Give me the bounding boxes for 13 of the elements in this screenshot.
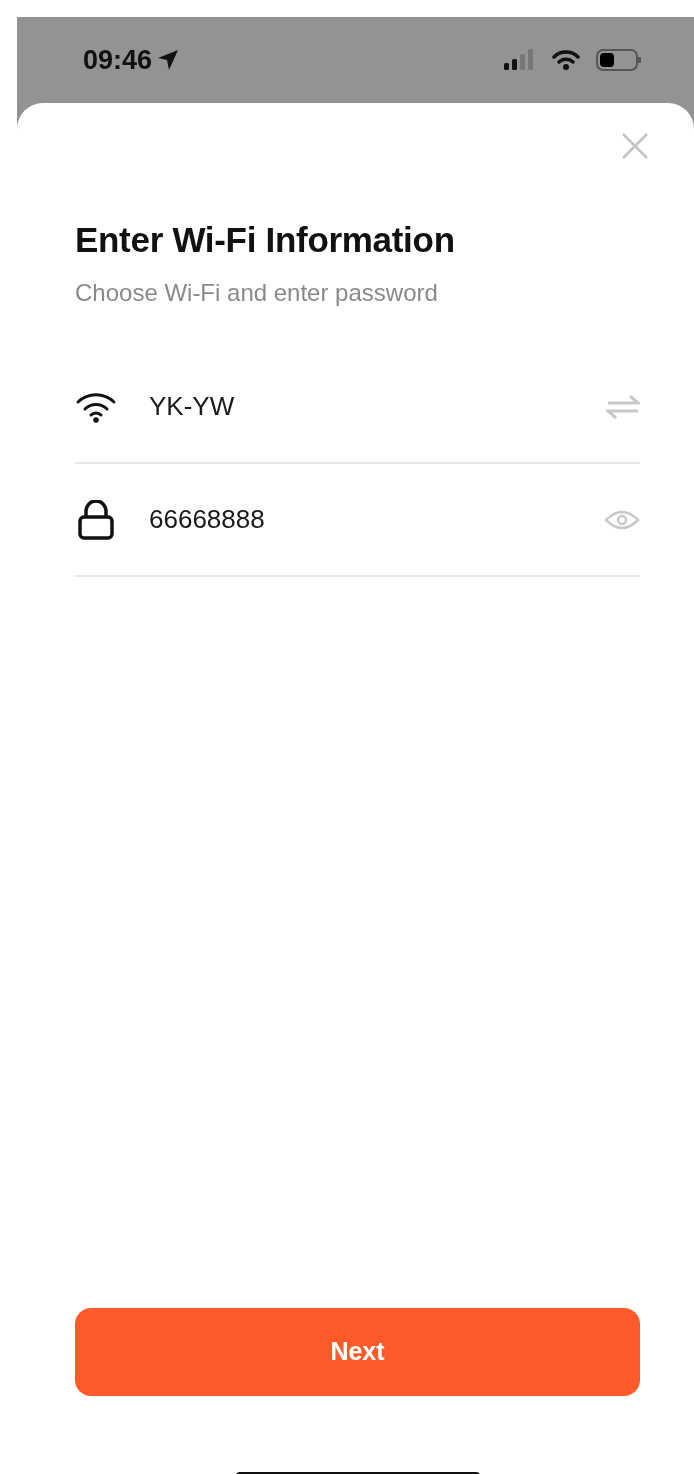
password-field[interactable]: 66668888 bbox=[149, 500, 572, 539]
page-title: Enter Wi-Fi Information bbox=[75, 219, 456, 261]
network-name-field[interactable]: YK-YW bbox=[149, 387, 574, 426]
close-button[interactable] bbox=[620, 131, 650, 161]
status-time: 09:46 bbox=[83, 43, 153, 77]
switch-network-button[interactable] bbox=[606, 393, 640, 420]
location-arrow-icon bbox=[156, 48, 181, 72]
battery-icon bbox=[596, 49, 642, 71]
lock-icon bbox=[75, 499, 117, 540]
signal-icon bbox=[504, 49, 536, 71]
wifi-icon bbox=[552, 49, 580, 71]
page-subtitle: Choose Wi-Fi and enter password bbox=[75, 278, 439, 308]
wifi-icon bbox=[75, 390, 117, 423]
